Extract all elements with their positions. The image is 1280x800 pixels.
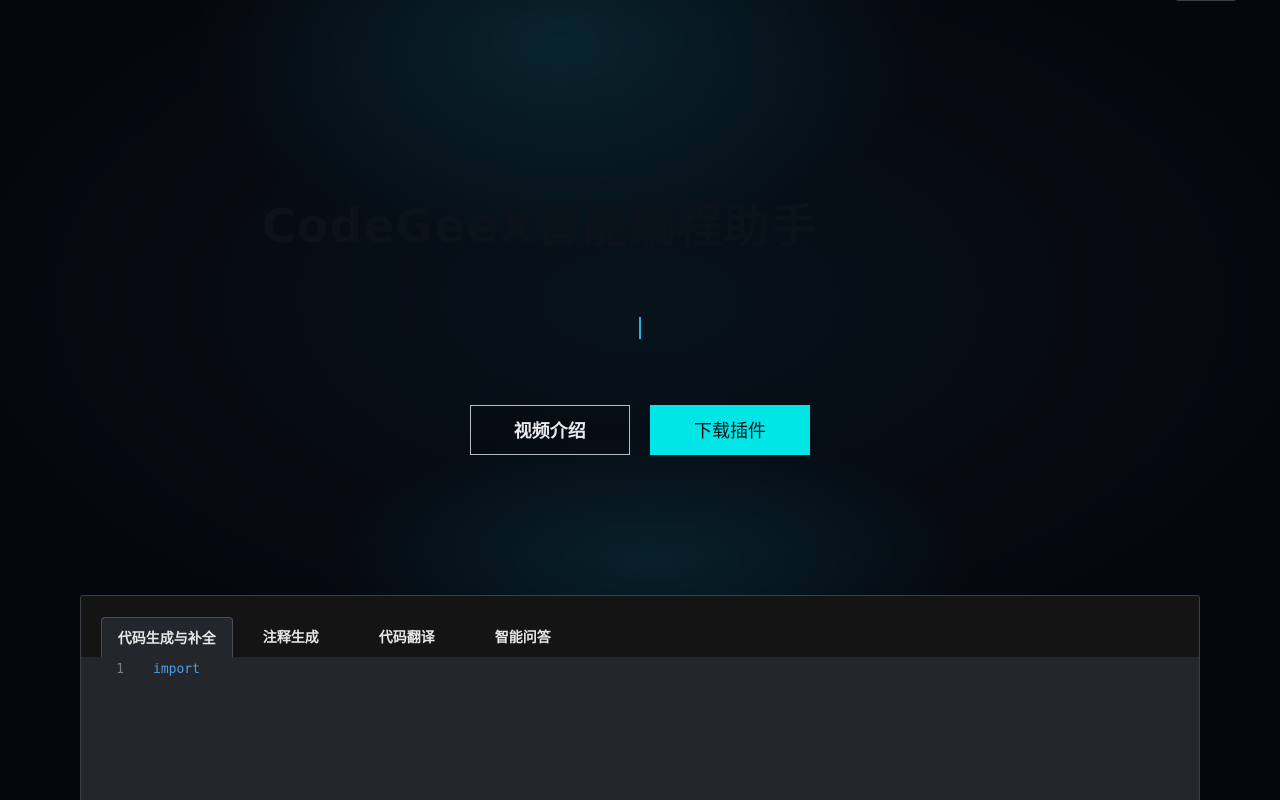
download-plugin-button[interactable]: 下载插件 <box>650 405 810 455</box>
line-number: 1 <box>116 662 124 677</box>
demo-tab-bar: 代码生成与补全 注释生成 代码翻译 智能问答 <box>101 616 581 657</box>
typing-caret <box>639 317 641 339</box>
code-keyword: import <box>153 662 200 677</box>
code-line: 1 import <box>81 661 200 679</box>
hero-actions: 视频介绍 下载插件 <box>470 405 810 455</box>
code-editor[interactable]: 1 import <box>81 657 1199 800</box>
header-button-edge[interactable] <box>1176 0 1236 1</box>
landing-page: CodeGeeX智能编程助手 视频介绍 下载插件 代码生成与补全 注释生成 代码… <box>0 0 1280 800</box>
tab-smart-qa[interactable]: 智能问答 <box>465 617 581 657</box>
tab-code-translation[interactable]: 代码翻译 <box>349 617 465 657</box>
hero-title: CodeGeeX智能编程助手 <box>262 199 818 253</box>
tab-comment-generation[interactable]: 注释生成 <box>233 617 349 657</box>
code-demo-panel: 代码生成与补全 注释生成 代码翻译 智能问答 1 import <box>80 595 1200 800</box>
tab-code-generation[interactable]: 代码生成与补全 <box>101 617 233 657</box>
video-intro-button[interactable]: 视频介绍 <box>470 405 630 455</box>
